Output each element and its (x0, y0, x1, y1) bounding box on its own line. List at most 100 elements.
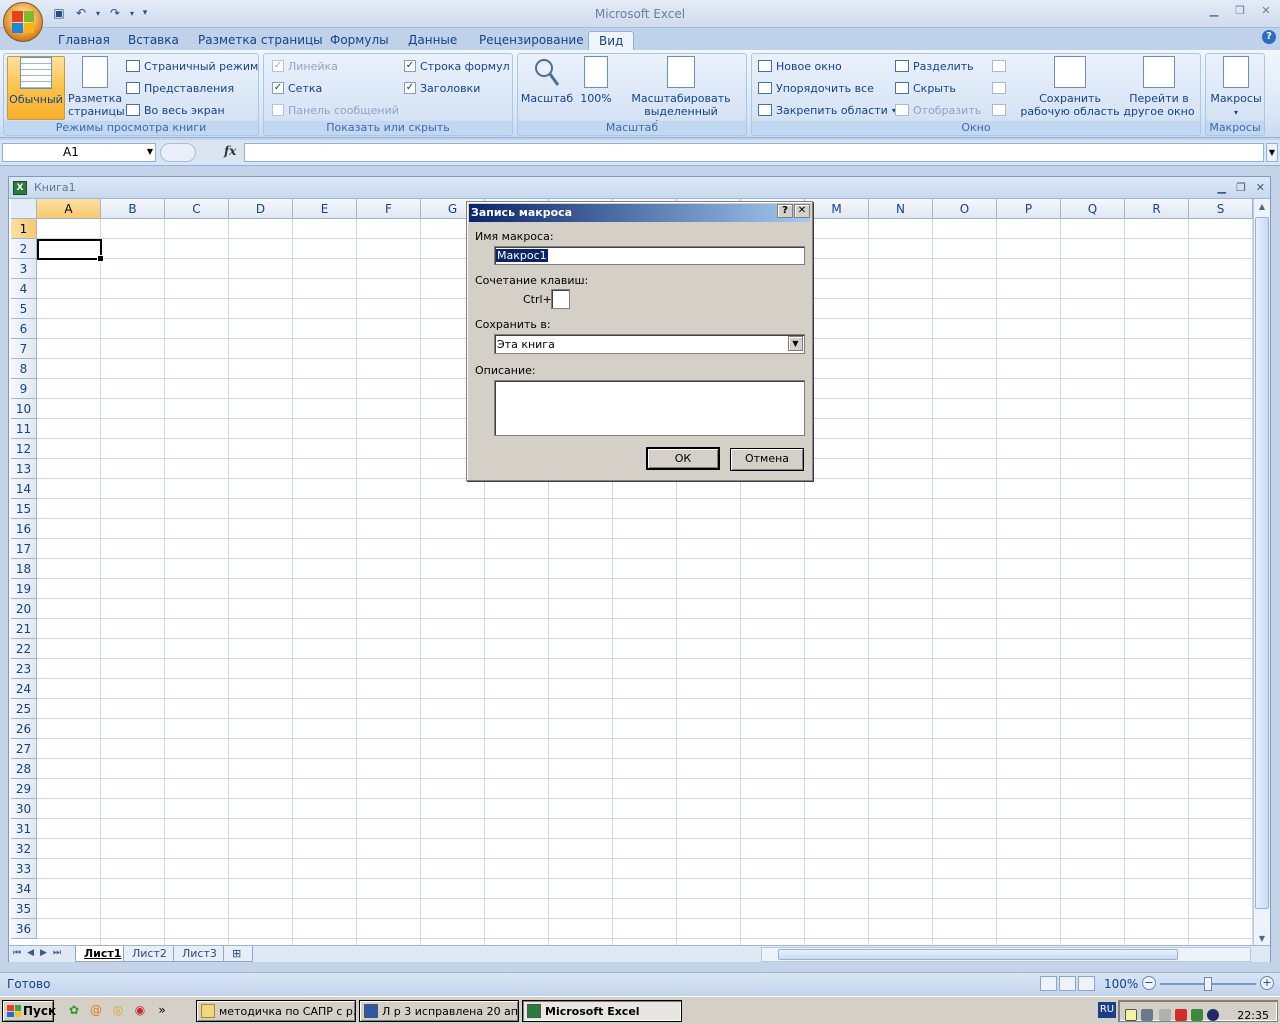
headings-checkbox[interactable]: ✓ Заголовки (404, 78, 480, 98)
quick-launch-more-icon[interactable]: » (154, 1002, 170, 1018)
row-header-17[interactable]: 17 (11, 539, 37, 559)
row-header-32[interactable]: 32 (11, 839, 37, 859)
sheet-tab-3[interactable]: Лист3 (173, 946, 226, 962)
office-button[interactable] (3, 2, 43, 42)
description-textarea[interactable] (494, 380, 805, 436)
row-header-23[interactable]: 23 (11, 659, 37, 679)
icq-icon[interactable]: ✿ (66, 1002, 82, 1018)
unhide-button[interactable]: Отобразить (895, 100, 981, 120)
tab-page-layout[interactable]: Разметка страницы (188, 31, 333, 50)
store-in-select[interactable]: Эта книга ▼ (494, 334, 805, 354)
close-icon[interactable]: ✕ (1258, 3, 1274, 19)
page-break-shortcut-icon[interactable] (1078, 976, 1095, 991)
freeze-panes-button[interactable]: Закрепить области ▾ (758, 100, 896, 120)
column-header-b[interactable]: B (101, 199, 165, 219)
row-header-5[interactable]: 5 (11, 299, 37, 319)
row-header-21[interactable]: 21 (11, 619, 37, 639)
row-header-34[interactable]: 34 (11, 879, 37, 899)
macros-button[interactable]: Макросы ▾ (1208, 56, 1264, 120)
column-header-o[interactable]: O (933, 199, 997, 219)
insert-function-icon[interactable]: fx (224, 144, 236, 158)
language-indicator[interactable]: RU (1098, 1002, 1116, 1018)
row-header-6[interactable]: 6 (11, 319, 37, 339)
row-header-14[interactable]: 14 (11, 479, 37, 499)
row-header-3[interactable]: 3 (11, 259, 37, 279)
vertical-scrollbar[interactable]: ▲ ▼ (1253, 199, 1270, 947)
row-header-4[interactable]: 4 (11, 279, 37, 299)
dialog-help-icon[interactable]: ? (777, 204, 793, 218)
workbook-minimize-icon[interactable]: ▁ (1218, 181, 1226, 194)
task-word-document[interactable]: Л р 3 исправлена 20 ап... (359, 1000, 519, 1022)
row-header-36[interactable]: 36 (11, 919, 37, 939)
row-header-28[interactable]: 28 (11, 759, 37, 779)
row-header-7[interactable]: 7 (11, 339, 37, 359)
row-header-31[interactable]: 31 (11, 819, 37, 839)
last-sheet-icon[interactable]: ⏭ (53, 948, 61, 958)
hide-button[interactable]: Скрыть (895, 78, 956, 98)
view-side-by-side-button[interactable] (992, 56, 1006, 76)
tab-formulas[interactable]: Формулы (320, 31, 399, 50)
row-header-13[interactable]: 13 (11, 459, 37, 479)
column-header-q[interactable]: Q (1061, 199, 1125, 219)
column-header-r[interactable]: R (1125, 199, 1189, 219)
column-header-f[interactable]: F (357, 199, 421, 219)
normal-view-shortcut-icon[interactable] (1040, 976, 1057, 991)
tab-data[interactable]: Данные (398, 31, 467, 50)
cancel-button[interactable]: Отмена (730, 448, 804, 471)
macro-name-input[interactable]: Макрос1 (494, 246, 805, 265)
row-header-29[interactable]: 29 (11, 779, 37, 799)
column-header-a[interactable]: A (37, 199, 101, 219)
zoom-in-icon[interactable]: + (1260, 976, 1274, 990)
zoom-to-selection-button[interactable]: Масштабировать выделенный фрагмент (618, 56, 744, 131)
row-header-30[interactable]: 30 (11, 799, 37, 819)
column-header-d[interactable]: D (229, 199, 293, 219)
row-header-8[interactable]: 8 (11, 359, 37, 379)
split-button[interactable]: Разделить (895, 56, 974, 76)
next-sheet-icon[interactable]: ▶ (40, 948, 47, 958)
column-header-p[interactable]: P (997, 199, 1061, 219)
row-header-22[interactable]: 22 (11, 639, 37, 659)
page-layout-shortcut-icon[interactable] (1059, 976, 1076, 991)
tab-insert[interactable]: Вставка (118, 31, 189, 50)
page-break-preview-button[interactable]: Страничный режим (126, 56, 258, 76)
media-icon[interactable]: ◉ (132, 1002, 148, 1018)
restore-icon[interactable]: ❐ (1232, 3, 1248, 19)
row-header-24[interactable]: 24 (11, 679, 37, 699)
tab-review[interactable]: Рецензирование (469, 31, 594, 50)
shortcut-key-input[interactable] (551, 289, 570, 309)
tray-app-icon[interactable] (1207, 1009, 1219, 1021)
column-header-n[interactable]: N (869, 199, 933, 219)
tray-network-icon[interactable] (1141, 1009, 1153, 1021)
message-bar-checkbox[interactable]: Панель сообщений (272, 100, 399, 120)
full-screen-button[interactable]: Во весь экран (126, 100, 225, 120)
zoom-button[interactable]: Масштаб (520, 56, 574, 120)
arrange-all-button[interactable]: Упорядочить все (758, 78, 874, 98)
dialog-close-icon[interactable]: ✕ (794, 204, 810, 218)
row-header-16[interactable]: 16 (11, 519, 37, 539)
column-header-s[interactable]: S (1189, 199, 1253, 219)
ok-button[interactable]: ОК (646, 447, 720, 470)
start-button[interactable]: Пуск (2, 1000, 56, 1022)
row-header-2[interactable]: 2 (11, 239, 37, 259)
row-header-35[interactable]: 35 (11, 899, 37, 919)
insert-sheet-icon[interactable]: ⊞ (223, 946, 253, 962)
reset-window-position-button[interactable] (992, 100, 1006, 120)
browser-icon[interactable]: ◎ (110, 1002, 126, 1018)
row-header-9[interactable]: 9 (11, 379, 37, 399)
active-cell-a1[interactable] (37, 239, 104, 262)
minimize-icon[interactable]: ▁ (1206, 3, 1222, 19)
task-folder[interactable]: методичка по САПР с р... (196, 1000, 356, 1022)
column-header-m[interactable]: M (805, 199, 869, 219)
formula-input[interactable] (244, 143, 1264, 162)
row-header-20[interactable]: 20 (11, 599, 37, 619)
gridlines-checkbox[interactable]: ✓ Сетка (272, 78, 322, 98)
horizontal-scroll-thumb[interactable] (778, 949, 1178, 960)
zoom-out-icon[interactable]: − (1142, 976, 1156, 990)
row-header-19[interactable]: 19 (11, 579, 37, 599)
horizontal-scrollbar[interactable] (761, 947, 1251, 962)
row-header-27[interactable]: 27 (11, 739, 37, 759)
zoom-slider-thumb[interactable] (1204, 977, 1212, 991)
zoom-100-button[interactable]: 100% (576, 56, 616, 120)
row-header-18[interactable]: 18 (11, 559, 37, 579)
page-layout-view-button[interactable]: Разметка страницы (68, 56, 125, 120)
